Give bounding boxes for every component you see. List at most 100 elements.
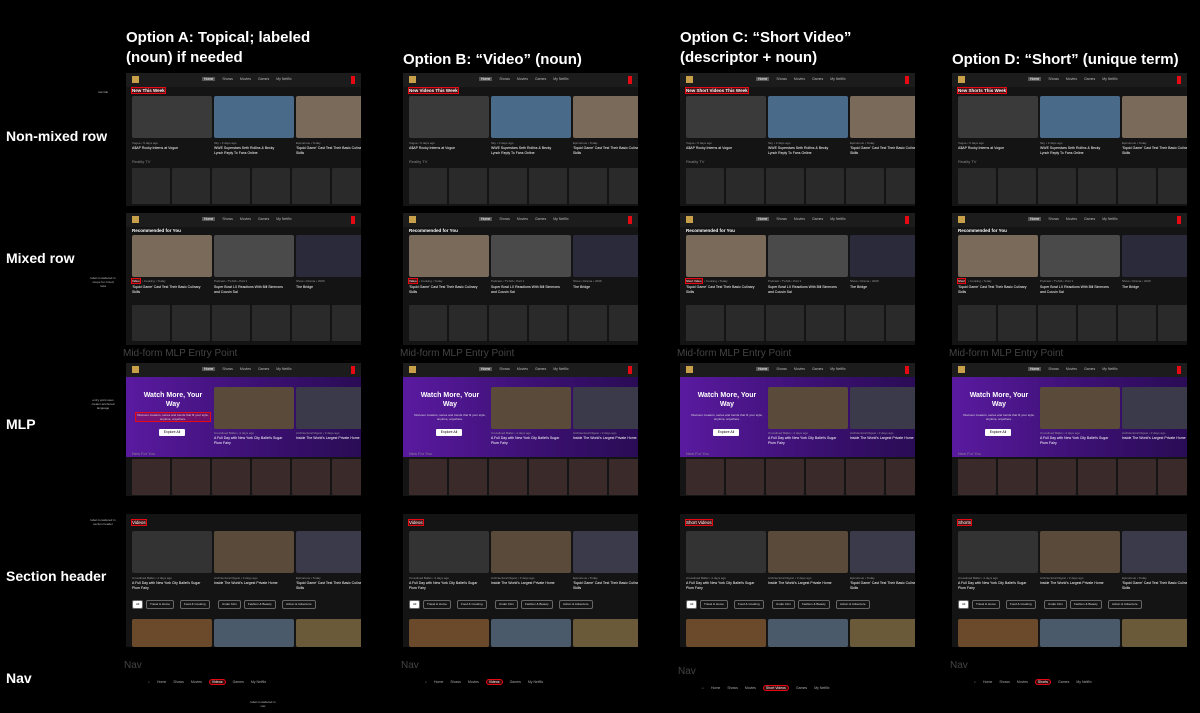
video-thumbnail[interactable] bbox=[768, 387, 848, 429]
bottom-nav-item[interactable]: Games bbox=[796, 686, 807, 690]
profile-avatar[interactable] bbox=[409, 366, 416, 373]
nav-item-games[interactable]: Games bbox=[1084, 77, 1095, 81]
nav-item-home[interactable]: Home bbox=[1028, 367, 1042, 371]
nav-item-home[interactable]: Home bbox=[479, 217, 493, 221]
nav-item-my-netflix[interactable]: My Netflix bbox=[830, 217, 845, 221]
bottom-nav-item[interactable]: Games bbox=[1058, 680, 1069, 684]
video-thumbnail[interactable] bbox=[850, 619, 915, 647]
filter-chip[interactable]: All bbox=[409, 600, 421, 609]
bottom-nav-item[interactable]: Home bbox=[157, 680, 166, 684]
video-thumbnail[interactable] bbox=[409, 96, 489, 138]
search-icon[interactable]: ⌕ bbox=[148, 680, 150, 684]
nav-item-movies[interactable]: Movies bbox=[240, 367, 251, 371]
video-thumbnail[interactable] bbox=[409, 619, 489, 647]
nav-item-games[interactable]: Games bbox=[258, 367, 269, 371]
nav-item-shows[interactable]: Shows bbox=[1048, 367, 1059, 371]
filter-chip[interactable]: All bbox=[132, 600, 144, 609]
nav-item-movies[interactable]: Movies bbox=[794, 77, 805, 81]
video-thumbnail[interactable] bbox=[1040, 235, 1120, 277]
bottom-nav-item[interactable]: Shows bbox=[999, 680, 1010, 684]
nav-item-my-netflix[interactable]: My Netflix bbox=[553, 367, 568, 371]
search-icon[interactable]: ⌕ bbox=[974, 680, 976, 684]
video-thumbnail[interactable] bbox=[132, 235, 212, 277]
bottom-nav-item[interactable]: My Netflix bbox=[814, 686, 829, 690]
nav-item-movies[interactable]: Movies bbox=[517, 77, 528, 81]
nav-item-shows[interactable]: Shows bbox=[499, 217, 510, 221]
video-thumbnail[interactable] bbox=[850, 531, 915, 573]
bottom-nav-item[interactable]: Shows bbox=[450, 680, 461, 684]
nav-item-games[interactable]: Games bbox=[258, 77, 269, 81]
nav-item-my-netflix[interactable]: My Netflix bbox=[276, 367, 291, 371]
video-thumbnail[interactable] bbox=[768, 96, 848, 138]
explore-all-button[interactable]: Explore All bbox=[436, 429, 462, 436]
video-thumbnail[interactable] bbox=[850, 96, 915, 138]
video-thumbnail[interactable] bbox=[768, 235, 848, 277]
filter-chip[interactable]: Action & Adventure bbox=[282, 600, 316, 609]
video-thumbnail[interactable] bbox=[573, 96, 638, 138]
filter-chip[interactable]: Fashion & Beauty bbox=[798, 600, 830, 609]
video-thumbnail[interactable] bbox=[214, 531, 294, 573]
nav-item-movies[interactable]: Movies bbox=[794, 217, 805, 221]
video-thumbnail[interactable] bbox=[491, 531, 571, 573]
search-icon[interactable]: ⌕ bbox=[702, 686, 704, 690]
filter-chip[interactable]: Under 10m bbox=[772, 600, 795, 609]
bottom-nav-item[interactable]: Home bbox=[711, 686, 720, 690]
nav-item-shows[interactable]: Shows bbox=[776, 367, 787, 371]
video-thumbnail[interactable] bbox=[573, 387, 638, 429]
profile-avatar[interactable] bbox=[686, 366, 693, 373]
nav-item-my-netflix[interactable]: My Netflix bbox=[1102, 217, 1117, 221]
filter-chip[interactable]: Under 10m bbox=[1044, 600, 1067, 609]
video-thumbnail[interactable] bbox=[132, 531, 212, 573]
nav-item-movies[interactable]: Movies bbox=[240, 77, 251, 81]
video-thumbnail[interactable] bbox=[132, 619, 212, 647]
nav-item-home[interactable]: Home bbox=[479, 367, 493, 371]
nav-item-games[interactable]: Games bbox=[1084, 367, 1095, 371]
bottom-nav-item[interactable]: Shows bbox=[727, 686, 738, 690]
nav-item-movies[interactable]: Movies bbox=[240, 217, 251, 221]
bottom-nav-item[interactable]: Movies bbox=[468, 680, 479, 684]
nav-item-my-netflix[interactable]: My Netflix bbox=[276, 217, 291, 221]
nav-item-home[interactable]: Home bbox=[1028, 77, 1042, 81]
profile-avatar[interactable] bbox=[958, 366, 965, 373]
video-thumbnail[interactable] bbox=[958, 235, 1038, 277]
nav-item-home[interactable]: Home bbox=[202, 217, 216, 221]
video-thumbnail[interactable] bbox=[686, 235, 766, 277]
video-thumbnail[interactable] bbox=[1122, 96, 1187, 138]
explore-all-button[interactable]: Explore All bbox=[985, 429, 1011, 436]
nav-item-shows[interactable]: Shows bbox=[499, 77, 510, 81]
video-thumbnail[interactable] bbox=[958, 96, 1038, 138]
profile-avatar[interactable] bbox=[409, 76, 416, 83]
video-thumbnail[interactable] bbox=[686, 531, 766, 573]
video-thumbnail[interactable] bbox=[296, 235, 361, 277]
filter-chip[interactable]: Travel & Home bbox=[972, 600, 1000, 609]
filter-chip[interactable]: Action & Adventure bbox=[836, 600, 870, 609]
bottom-nav-item[interactable]: Home bbox=[434, 680, 443, 684]
bottom-nav-item[interactable]: Home bbox=[983, 680, 992, 684]
video-thumbnail[interactable] bbox=[409, 531, 489, 573]
nav-item-games[interactable]: Games bbox=[535, 367, 546, 371]
nav-item-shows[interactable]: Shows bbox=[1048, 77, 1059, 81]
nav-item-movies[interactable]: Movies bbox=[1066, 217, 1077, 221]
video-thumbnail[interactable] bbox=[1040, 619, 1120, 647]
profile-avatar[interactable] bbox=[132, 216, 139, 223]
video-thumbnail[interactable] bbox=[491, 235, 571, 277]
filter-chip[interactable]: Food & Cooking bbox=[1006, 600, 1036, 609]
video-thumbnail[interactable] bbox=[768, 619, 848, 647]
video-thumbnail[interactable] bbox=[214, 619, 294, 647]
video-thumbnail[interactable] bbox=[1040, 96, 1120, 138]
video-thumbnail[interactable] bbox=[768, 531, 848, 573]
profile-avatar[interactable] bbox=[132, 366, 139, 373]
bottom-nav-item[interactable]: My Netflix bbox=[1076, 680, 1091, 684]
nav-item-shows[interactable]: Shows bbox=[222, 217, 233, 221]
nav-item-shows[interactable]: Shows bbox=[776, 217, 787, 221]
nav-item-games[interactable]: Games bbox=[258, 217, 269, 221]
profile-avatar[interactable] bbox=[958, 76, 965, 83]
nav-item-home[interactable]: Home bbox=[202, 77, 216, 81]
nav-item-home[interactable]: Home bbox=[202, 367, 216, 371]
nav-item-my-netflix[interactable]: My Netflix bbox=[276, 77, 291, 81]
bottom-nav-item[interactable]: My Netflix bbox=[251, 680, 266, 684]
bottom-nav-item[interactable]: My Netflix bbox=[528, 680, 543, 684]
filter-chip[interactable]: Under 10m bbox=[218, 600, 241, 609]
video-thumbnail[interactable] bbox=[1122, 235, 1187, 277]
nav-item-home[interactable]: Home bbox=[479, 77, 493, 81]
